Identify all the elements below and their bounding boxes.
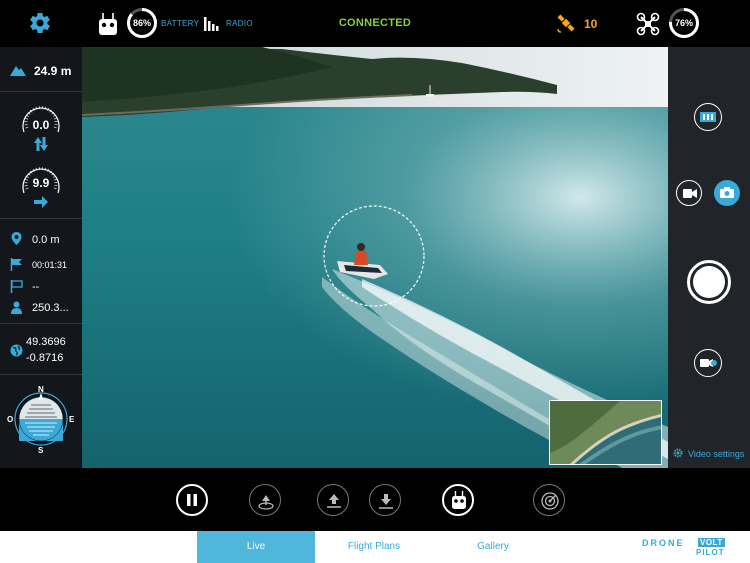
horizontal-speed-value: 9.9: [32, 176, 50, 190]
vertical-speed-value: 0.0: [32, 118, 50, 132]
video-mode-button[interactable]: [676, 180, 702, 206]
pilot-distance-value: 250.3...: [32, 302, 69, 314]
waypoint-flag-icon: [10, 280, 23, 293]
pause-button[interactable]: [176, 484, 208, 516]
film-strip-icon: [700, 112, 716, 122]
takeoff-button[interactable]: [317, 484, 349, 516]
pause-icon: [187, 494, 197, 506]
altitude-icon: [10, 66, 26, 76]
location-pin-icon: [11, 232, 22, 245]
target-tracking-button[interactable]: [533, 484, 565, 516]
video-camera-icon: [683, 189, 697, 198]
dronevolt-pilot-logo: DRONE VOLT PILOT: [642, 538, 738, 558]
target-icon: [541, 492, 559, 510]
top-status-bar: 86% BATTERY RADIO CONNECTED 10 76%: [0, 0, 750, 47]
shutter-button[interactable]: [687, 260, 731, 304]
satellite-count: 10: [584, 17, 598, 31]
coordinates-icon: [10, 344, 23, 357]
longitude-value: -0.8716: [26, 352, 64, 364]
altitude-value: 24.9 m: [34, 64, 72, 78]
up-down-arrows-icon: [34, 137, 48, 151]
brand-volt: VOLT: [698, 538, 725, 547]
tab-flight-plans[interactable]: Flight Plans: [315, 531, 433, 563]
divider: [0, 374, 82, 375]
distance-value: 0.0 m: [32, 234, 60, 246]
controller-icon: [452, 491, 466, 509]
video-settings-link[interactable]: Video settings: [688, 449, 744, 459]
satellite-icon: [557, 14, 575, 33]
gimbal-button[interactable]: [694, 103, 722, 131]
settings-small-icon: [673, 448, 683, 458]
right-arrow-icon: [34, 196, 48, 208]
divider: [0, 218, 82, 219]
flight-time-value: 00:01:31: [32, 260, 68, 270]
photo-mode-button[interactable]: [714, 180, 740, 206]
drone-icon: [636, 12, 660, 36]
latitude-value: 49.3696: [26, 336, 66, 348]
takeoff-icon: [327, 494, 341, 508]
tab-live[interactable]: Live: [197, 531, 315, 563]
compass-north: N: [38, 385, 44, 394]
minimap[interactable]: [549, 400, 662, 465]
return-home-button[interactable]: [249, 484, 281, 516]
compass-east: E: [69, 415, 75, 424]
flag-icon: [10, 258, 22, 271]
brand-pilot: PILOT: [696, 548, 725, 557]
pilot-icon: [11, 301, 22, 314]
return-home-icon: [258, 495, 274, 510]
compass-west: O: [7, 415, 14, 424]
landing-button[interactable]: [369, 484, 401, 516]
drone-battery-value: 76%: [674, 18, 693, 28]
video-record-button[interactable]: [694, 349, 722, 377]
remote-controller-button[interactable]: [442, 484, 474, 516]
compass-south: S: [38, 446, 44, 455]
divider: [0, 323, 82, 324]
drone-battery-gauge: 76%: [668, 7, 700, 39]
divider: [0, 91, 82, 92]
landing-icon: [379, 494, 393, 509]
camera-icon: [720, 187, 734, 198]
brand-drone: DRONE: [642, 538, 685, 548]
compass: N S E O: [7, 385, 75, 455]
waypoint-value: --: [32, 281, 40, 293]
tab-gallery[interactable]: Gallery: [433, 531, 553, 563]
video-record-icon: [700, 359, 717, 367]
